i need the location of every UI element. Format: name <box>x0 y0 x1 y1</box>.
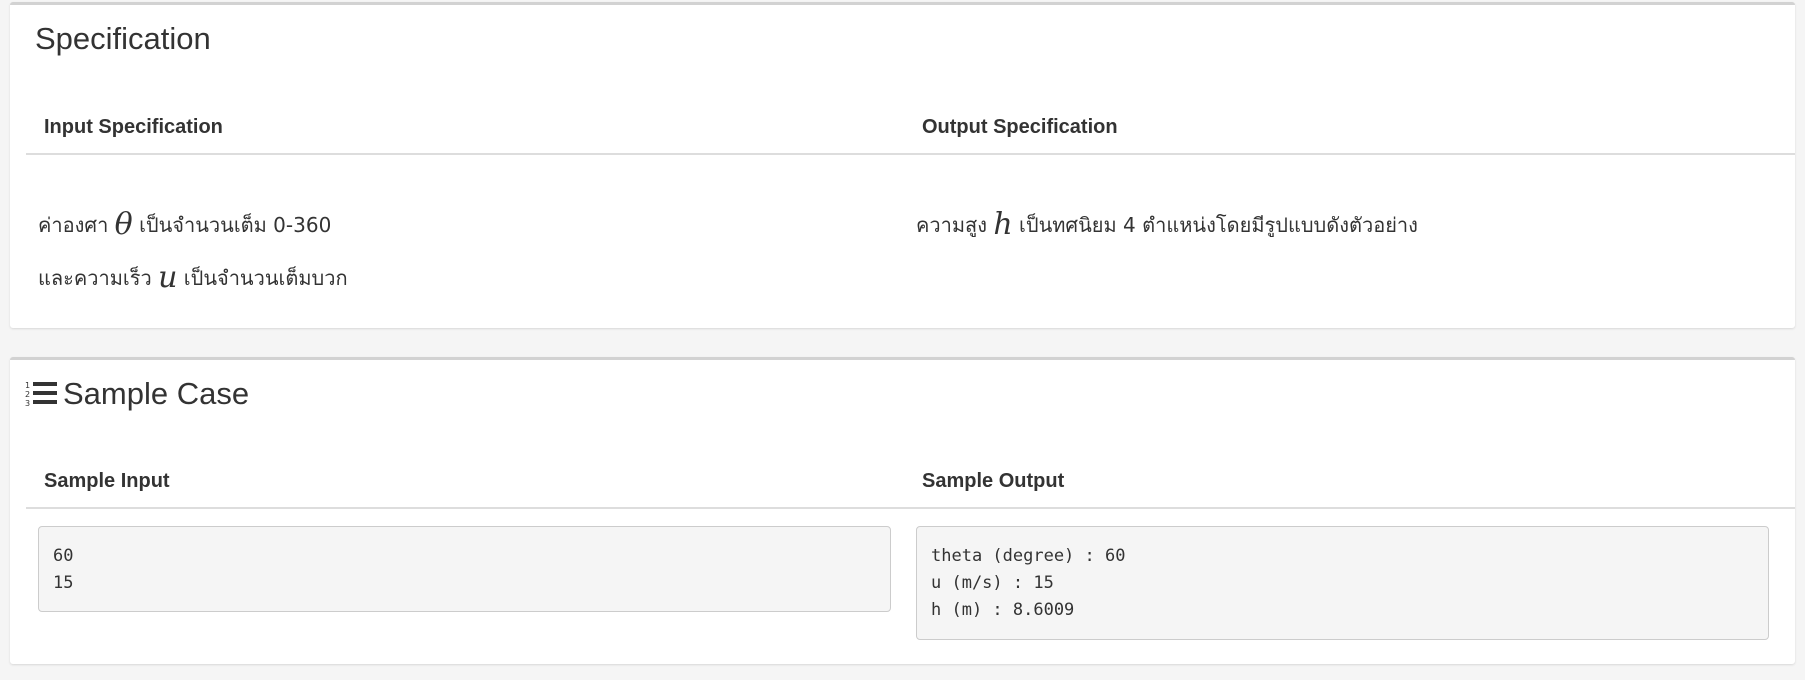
input-spec-line1-after: เป็นจำนวนเต็ม 0-360 <box>139 213 332 237</box>
output-spec-line: ความสูง h เป็นทศนิยม 4 ตำแหน่งโดยมีรูปแบ… <box>916 207 1418 242</box>
sample-case-title: Sample Case <box>63 376 250 411</box>
sample-input-header: Sample Input <box>44 470 170 492</box>
h-variable: h <box>993 207 1013 242</box>
sample-input-box[interactable]: 60 15 <box>38 526 891 612</box>
sample-header-divider <box>26 507 1795 509</box>
svg-text:1: 1 <box>25 381 30 390</box>
input-spec-line2-before: และความเร็ว <box>38 266 152 290</box>
output-specification-header: Output Specification <box>922 116 1118 138</box>
header-divider <box>26 153 1795 155</box>
theta-variable: θ <box>114 207 133 242</box>
input-specification-header: Input Specification <box>44 116 223 138</box>
input-spec-line2-after: เป็นจำนวนเต็มบวก <box>183 266 348 290</box>
output-spec-line1-after: เป็นทศนิยม 4 ตำแหน่งโดยมีรูปแบบดังตัวอย่… <box>1019 213 1418 237</box>
output-spec-line1-before: ความสูง <box>916 213 987 237</box>
input-spec-line1-before: ค่าองศา <box>38 213 109 237</box>
sample-output-header: Sample Output <box>922 470 1065 492</box>
specification-panel: Specification Input Specification Output… <box>10 2 1795 328</box>
input-spec-line-angle: ค่าองศา θ เป็นจำนวนเต็ม 0-360 <box>38 207 331 242</box>
list-ol-icon: 1 2 3 <box>25 381 57 408</box>
specification-title: Specification <box>35 21 211 56</box>
input-spec-line-speed: และความเร็ว u เป็นจำนวนเต็มบวก <box>38 260 348 295</box>
u-variable: u <box>158 260 178 295</box>
sample-case-panel: 1 2 3 Sample Case Sample Input Sample Ou… <box>10 357 1795 664</box>
svg-text:3: 3 <box>25 399 30 408</box>
svg-text:2: 2 <box>25 390 30 399</box>
sample-output-box[interactable]: theta (degree) : 60 u (m/s) : 15 h (m) :… <box>916 526 1769 640</box>
